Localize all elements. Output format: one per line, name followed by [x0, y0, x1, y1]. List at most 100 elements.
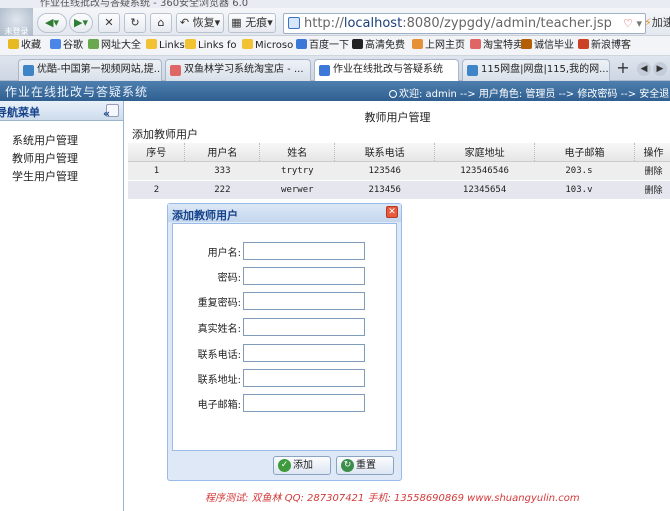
url-path: :8080/zypgdy/admin/teacher.jsp — [402, 16, 612, 31]
repeat-password-field[interactable] — [243, 292, 365, 310]
bookmark-icon — [470, 39, 481, 49]
user-status-text[interactable]: 欢迎: admin --> 用户角色: 管理员 --> 修改密码 --> 安全退… — [399, 89, 670, 100]
favorite-label: 高清免费 — [365, 40, 405, 51]
cell-username: 333 — [184, 161, 260, 181]
favorite-item[interactable]: 新浪博客 — [578, 39, 631, 53]
page-title: 教师用户管理 — [364, 111, 431, 124]
address-label: 联系地址: — [197, 375, 241, 386]
user-icon — [389, 90, 397, 98]
cell-index: 2 — [128, 180, 185, 200]
form-row-password: 密码: — [173, 267, 398, 285]
column-header-email[interactable]: 电子邮箱 — [534, 143, 635, 162]
column-header-name[interactable]: 姓名 — [259, 143, 336, 162]
column-header-address[interactable]: 家庭地址 — [434, 143, 536, 162]
delete-link[interactable]: 删除 — [634, 180, 670, 200]
sidebar-item-system-users[interactable]: 系统用户管理 — [12, 132, 78, 148]
tab-scroll-right-button[interactable]: ▶ — [653, 62, 667, 76]
favorite-item[interactable]: 淘宝特卖 — [470, 39, 523, 53]
favorite-item[interactable]: 收藏 — [8, 39, 41, 53]
user-avatar[interactable]: 未登录 — [0, 8, 33, 38]
table-row[interactable]: 1 333 trytry 123546 123546546 203.s 删除 — [128, 161, 670, 181]
dialog-header[interactable]: 添加教师用户 ✕ — [168, 204, 401, 222]
favorite-item[interactable]: Microso — [242, 39, 293, 53]
home-button[interactable]: ⌂ — [150, 13, 172, 33]
reset-button-label: 重置 — [356, 460, 376, 471]
tab-label: 双鱼林学习系统淘宝店 - ... — [184, 64, 304, 75]
favorite-item[interactable]: 谷歌 — [50, 39, 83, 53]
cell-name: trytry — [259, 161, 335, 181]
password-field[interactable] — [243, 267, 365, 285]
repeat-password-label: 重复密码: — [197, 298, 241, 309]
forward-button[interactable]: ▶▾ — [69, 13, 93, 33]
app-title: 作业在线批改与答疑系统 — [5, 85, 149, 99]
close-icon: ✕ — [388, 207, 396, 217]
sidebar-collapse-button[interactable]: « — [103, 104, 119, 119]
real-name-field[interactable] — [243, 318, 365, 336]
favorite-item[interactable]: 高清免费 — [352, 39, 405, 53]
address-bar-controls[interactable]: ♡ ▾ — [623, 14, 642, 33]
checkmark-icon: ✓ — [278, 459, 291, 472]
back-button[interactable]: ◀▾ — [37, 13, 67, 33]
favorite-label: 上网主页 — [425, 40, 465, 51]
favorite-item[interactable]: 网址大全 — [88, 39, 141, 53]
home-icon: ⌂ — [157, 16, 165, 29]
table-row[interactable]: 2 222 werwer 213456 12345654 103.v 删除 — [128, 180, 670, 200]
sidebar-item-student-users[interactable]: 学生用户管理 — [12, 168, 78, 184]
table-header-row: 序号 用户名 姓名 联系电话 家庭地址 电子邮箱 操作 — [128, 143, 670, 162]
add-teacher-link[interactable]: 添加教师用户 — [132, 126, 198, 142]
recover-button[interactable]: ↶ 恢复▾ — [176, 13, 224, 33]
avatar-label: 未登录 — [4, 27, 29, 36]
cell-phone: 123546 — [334, 161, 435, 181]
form-row-repeat-password: 重复密码: — [173, 292, 398, 310]
browser-tab[interactable]: 作业在线批改与答疑系统 — [314, 59, 459, 82]
tab-scroll-left-button[interactable]: ◀ — [637, 62, 651, 76]
accelerate-button[interactable]: ⚡加速 — [644, 13, 670, 34]
sidebar: 导航菜单 « 系统用户管理 教师用户管理 学生用户管理 — [0, 101, 124, 511]
browser-tab[interactable]: 115网盘|网盘|115,我的网... — [462, 59, 610, 81]
address-bar[interactable]: http://localhost:8080/zypgdy/admin/teach… — [283, 13, 646, 34]
column-header-username[interactable]: 用户名 — [184, 143, 261, 162]
bookmark-icon — [8, 39, 19, 49]
dialog-close-button[interactable]: ✕ — [386, 206, 398, 218]
refresh-button[interactable]: ↻ — [124, 13, 146, 33]
new-tab-button[interactable]: + — [614, 60, 632, 78]
user-status-bar[interactable]: 欢迎: admin --> 用户角色: 管理员 --> 修改密码 --> 安全退… — [389, 85, 670, 100]
add-button-label: 添加 — [293, 460, 313, 471]
column-header-operation[interactable]: 操作 — [634, 143, 670, 162]
back-arrow-icon: ◀▾ — [45, 16, 59, 29]
plus-icon: + — [616, 58, 630, 77]
favorite-item[interactable]: Links fo — [185, 39, 237, 53]
incognito-icon: ▦ — [231, 16, 242, 29]
tab-favicon-icon — [23, 65, 34, 76]
add-button[interactable]: ✓ 添加 — [273, 456, 331, 475]
url-host: localhost — [343, 16, 403, 31]
column-header-phone[interactable]: 联系电话 — [334, 143, 436, 162]
reset-button[interactable]: ↻ 重置 — [336, 456, 394, 475]
reset-icon: ↻ — [341, 459, 354, 472]
browser-tab[interactable]: 双鱼林学习系统淘宝店 - ... — [165, 59, 311, 81]
stop-button[interactable]: ✕ — [98, 13, 120, 33]
cell-name: werwer — [259, 180, 335, 200]
column-header-index[interactable]: 序号 — [128, 143, 186, 162]
password-label: 密码: — [217, 273, 241, 284]
phone-field[interactable] — [243, 344, 365, 362]
favorite-item[interactable]: 上网主页 — [412, 39, 465, 53]
favorite-item[interactable]: Links — [146, 39, 185, 53]
chevron-down-icon: ▾ — [267, 16, 273, 29]
favorite-label: 新浪博客 — [591, 40, 631, 51]
sidebar-item-teacher-users[interactable]: 教师用户管理 — [12, 150, 78, 166]
delete-link[interactable]: 删除 — [634, 161, 670, 181]
favorite-item[interactable]: 百度一下 — [296, 39, 349, 53]
favorite-label: 百度一下 — [309, 40, 349, 51]
lightning-icon: ⚡ — [644, 16, 652, 29]
browser-tab[interactable]: 优酷-中国第一视频网站,提... — [18, 59, 162, 81]
window-title: 作业在线批改与答疑系统 - 360安全浏览器 6.0 — [40, 0, 249, 8]
bookmark-icon — [50, 39, 61, 49]
cell-username: 222 — [184, 180, 260, 200]
no-trace-button[interactable]: ▦ 无痕▾ — [228, 13, 276, 33]
username-field[interactable] — [243, 242, 365, 260]
close-icon: ✕ — [104, 16, 114, 29]
address-field[interactable] — [243, 369, 365, 387]
favorite-item[interactable]: 诚信毕业 — [521, 39, 574, 53]
email-field[interactable] — [243, 394, 365, 412]
